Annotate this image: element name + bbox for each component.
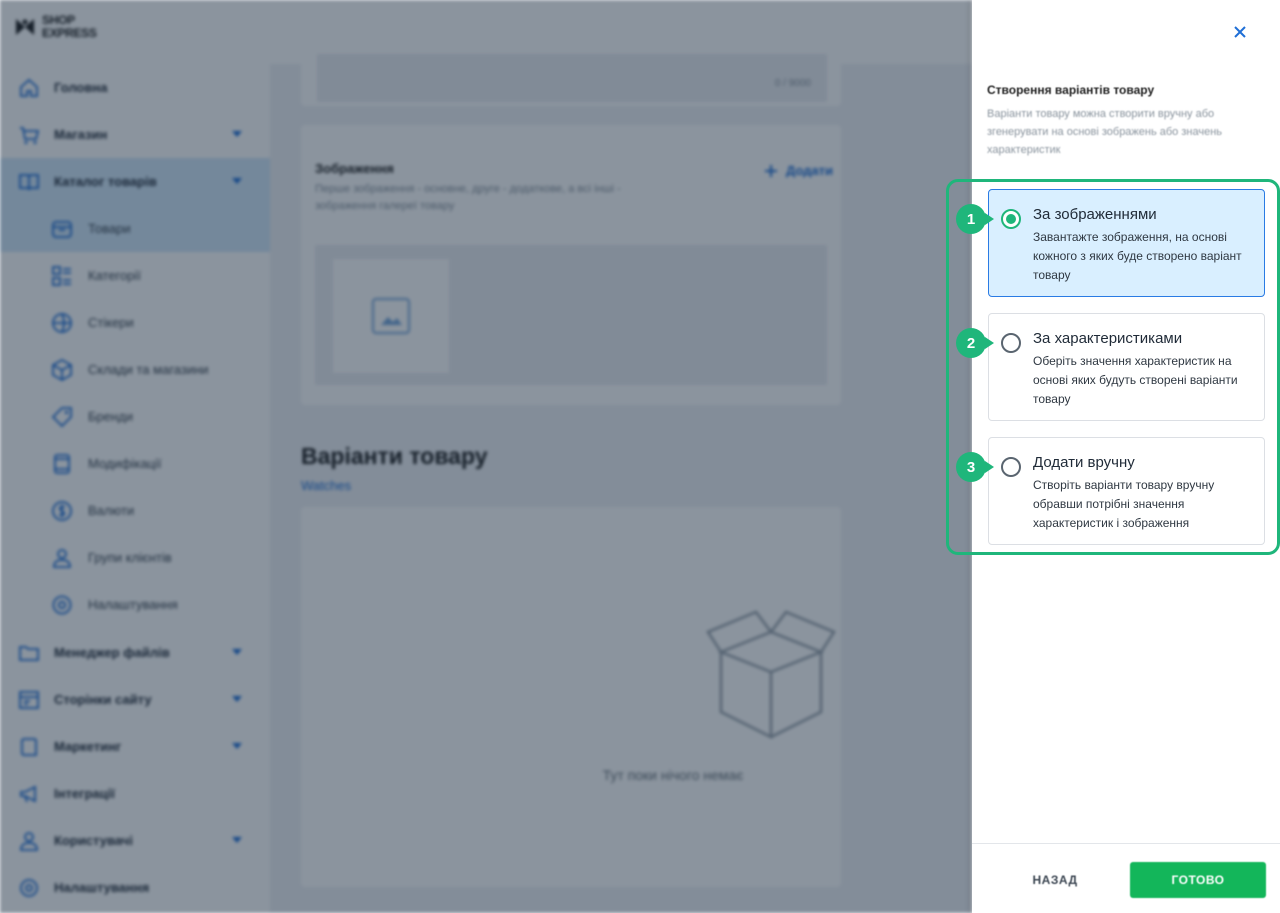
modal-overlay xyxy=(0,0,972,913)
radio-by-characteristics[interactable] xyxy=(1001,333,1021,353)
radio-add-manually[interactable] xyxy=(1001,457,1021,477)
panel-description: Варіанти товару можна створити вручну аб… xyxy=(987,108,1223,156)
option-title: За зображеннями xyxy=(1033,206,1157,223)
option-description: Завантажте зображення, на основі кожного… xyxy=(1033,230,1242,282)
option-by-images[interactable]: За зображеннями Завантажте зображення, н… xyxy=(988,189,1265,297)
close-button[interactable] xyxy=(1228,20,1252,44)
step-badge-3: 3 xyxy=(956,452,994,482)
step-badge-2: 2 xyxy=(956,328,994,358)
option-by-characteristics[interactable]: За характеристиками Оберіть значення хар… xyxy=(988,313,1265,421)
option-title: За характеристиками xyxy=(1033,330,1183,347)
option-title: Додати вручну xyxy=(1033,454,1135,471)
app-background: SHOP EXPRESS Головна Магазин Каталог тов… xyxy=(0,0,972,913)
option-description: Оберіть значення характеристик на основі… xyxy=(1033,354,1238,406)
step-badge-1: 1 xyxy=(956,204,994,234)
back-button[interactable]: НАЗАД xyxy=(1010,862,1100,898)
panel-title: Створення варіантів товару xyxy=(987,83,1155,97)
close-icon xyxy=(1234,26,1246,38)
option-add-manually[interactable]: Додати вручну Створіть варіанти товару в… xyxy=(988,437,1265,545)
radio-by-images[interactable] xyxy=(1001,209,1021,229)
option-description: Створіть варіанти товару вручну обравши … xyxy=(1033,478,1215,530)
panel-footer-divider xyxy=(972,843,1280,844)
done-button[interactable]: ГОТОВО xyxy=(1130,862,1266,898)
